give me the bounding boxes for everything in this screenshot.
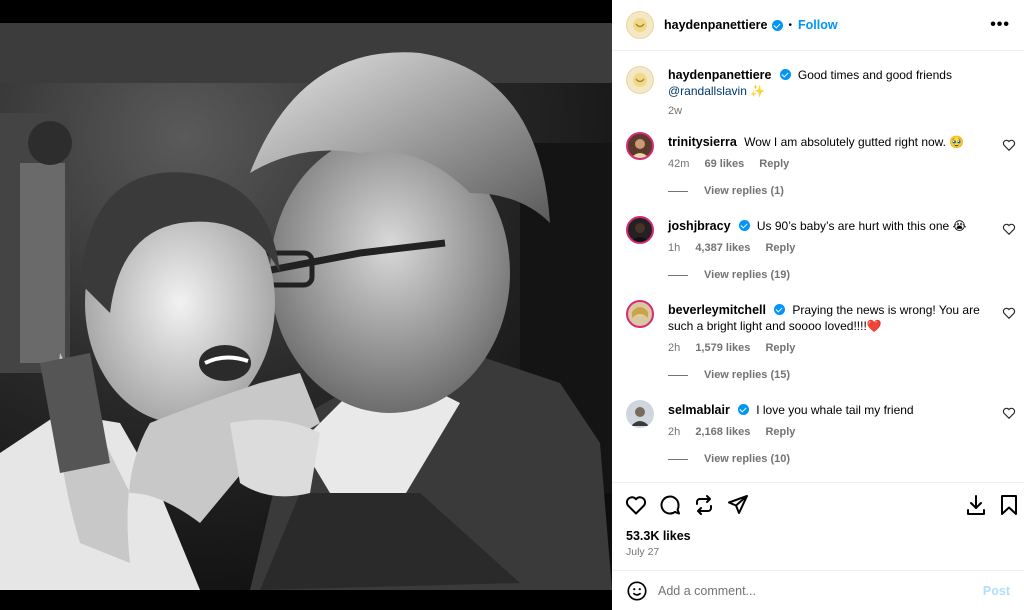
reply-button[interactable]: Reply bbox=[765, 242, 795, 254]
post-actions: 53.3K likes July 27 bbox=[612, 482, 1024, 570]
view-replies-label: View replies (19) bbox=[704, 269, 791, 281]
sparkle-emoji: ✨ bbox=[750, 84, 766, 98]
caption-text: Good times and good friends bbox=[797, 68, 952, 82]
post-date[interactable]: July 27 bbox=[626, 546, 659, 558]
comment-likes[interactable]: 69 likes bbox=[704, 158, 744, 170]
comment-icon[interactable] bbox=[658, 493, 682, 517]
comment-username[interactable]: selmablair bbox=[668, 403, 730, 417]
comments-list[interactable]: haydenpanettiere Good times and good fri… bbox=[612, 52, 1024, 482]
comment-time[interactable]: 42m bbox=[668, 158, 689, 170]
add-comment-bar: Post bbox=[612, 570, 1024, 610]
heart-icon[interactable] bbox=[1002, 306, 1016, 320]
avatar[interactable] bbox=[626, 11, 654, 39]
verified-icon bbox=[771, 19, 783, 31]
download-icon[interactable] bbox=[964, 493, 988, 517]
view-replies-label: View replies (10) bbox=[704, 453, 791, 465]
send-icon[interactable] bbox=[726, 493, 750, 517]
heart-icon[interactable] bbox=[1002, 406, 1016, 420]
avatar[interactable] bbox=[626, 400, 654, 428]
reply-button[interactable]: Reply bbox=[759, 158, 789, 170]
view-replies-button[interactable]: View replies (1) bbox=[668, 185, 784, 197]
like-icon[interactable] bbox=[624, 493, 648, 517]
comment-username[interactable]: trinitysierra bbox=[668, 135, 737, 149]
divider bbox=[668, 274, 688, 276]
comment-text: I love you whale tail my friend bbox=[756, 403, 914, 417]
separator-dot: • bbox=[788, 19, 793, 31]
comment-likes[interactable]: 4,387 likes bbox=[695, 242, 750, 254]
header-username[interactable]: haydenpanettiere bbox=[664, 18, 768, 32]
comment-username[interactable]: joshjbracy bbox=[668, 219, 731, 233]
post-header: haydenpanettiere • Follow ••• bbox=[612, 0, 1024, 51]
divider bbox=[668, 374, 688, 376]
heart-icon[interactable] bbox=[1002, 138, 1016, 152]
caption-mention[interactable]: @randallslavin bbox=[668, 84, 747, 98]
view-replies-button[interactable]: View replies (10) bbox=[668, 453, 790, 465]
divider bbox=[668, 458, 688, 460]
post-comment-button[interactable]: Post bbox=[983, 584, 1010, 598]
post-side-panel: haydenpanettiere • Follow ••• haydenpane… bbox=[612, 0, 1024, 610]
share-icon[interactable] bbox=[692, 493, 716, 517]
comment-input[interactable] bbox=[658, 583, 983, 598]
post-photo[interactable] bbox=[0, 23, 612, 590]
divider bbox=[668, 190, 688, 192]
verified-icon bbox=[773, 304, 785, 315]
save-icon[interactable] bbox=[997, 493, 1021, 517]
verified-icon bbox=[738, 220, 750, 231]
comment-time[interactable]: 2h bbox=[668, 426, 680, 438]
reply-button[interactable]: Reply bbox=[765, 426, 795, 438]
comment-text: Wow I am absolutely gutted right now. 🥹 bbox=[744, 135, 965, 149]
comment-likes[interactable]: 2,168 likes bbox=[695, 426, 750, 438]
verified-icon bbox=[779, 69, 791, 80]
avatar[interactable] bbox=[626, 132, 654, 160]
heart-icon[interactable] bbox=[1002, 222, 1016, 236]
follow-button[interactable]: Follow bbox=[798, 18, 838, 32]
comment-text: Us 90’s baby’s are hurt with this one 😭 bbox=[756, 219, 967, 233]
more-options-button[interactable]: ••• bbox=[990, 16, 1010, 34]
avatar[interactable] bbox=[626, 216, 654, 244]
view-replies-button[interactable]: View replies (15) bbox=[668, 369, 790, 381]
caption-username[interactable]: haydenpanettiere bbox=[668, 68, 772, 82]
emoji-icon[interactable] bbox=[626, 580, 648, 602]
likes-count[interactable]: 53.3K likes bbox=[626, 529, 691, 543]
comment-time[interactable]: 1h bbox=[668, 242, 680, 254]
post-media bbox=[0, 0, 612, 610]
comment-time[interactable]: 2h bbox=[668, 342, 680, 354]
view-replies-label: View replies (15) bbox=[704, 369, 791, 381]
comment-username[interactable]: beverleymitchell bbox=[668, 303, 766, 317]
comment-likes[interactable]: 1,579 likes bbox=[695, 342, 750, 354]
avatar[interactable] bbox=[626, 300, 654, 328]
verified-icon bbox=[737, 404, 749, 415]
avatar[interactable] bbox=[626, 66, 654, 94]
view-replies-label: View replies (1) bbox=[704, 185, 784, 197]
reply-button[interactable]: Reply bbox=[765, 342, 795, 354]
caption-time[interactable]: 2w bbox=[668, 105, 682, 117]
view-replies-button[interactable]: View replies (19) bbox=[668, 269, 790, 281]
